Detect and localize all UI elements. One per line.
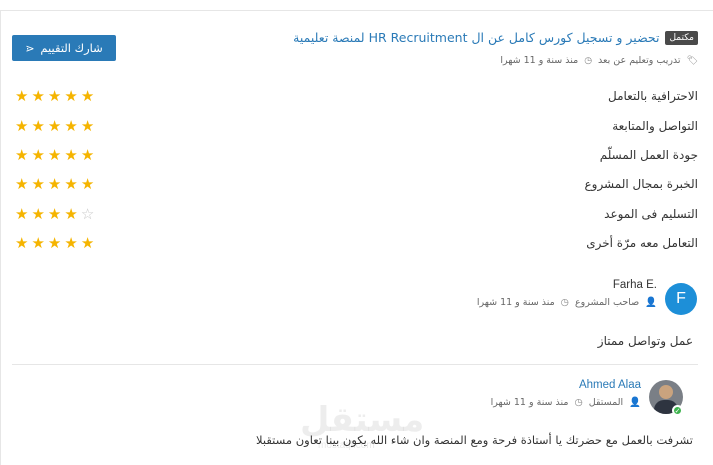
rating-row: ★ ★ ★ ★ ☆ التسليم فى الموعد: [15, 203, 698, 225]
rating-row: ★ ★ ★ ★ ★ جودة العمل المسلّم: [15, 144, 698, 166]
star-filled-icon: ★: [47, 174, 62, 193]
watermark-url: mostaql.com: [318, 440, 375, 451]
rating-label: الخبرة بمجال المشروع: [584, 177, 698, 191]
rating-label: الاحترافية بالتعامل: [607, 89, 698, 103]
star-filled-icon: ★: [15, 233, 29, 252]
share-button-label: شارك التقييم: [40, 41, 103, 55]
star-filled-icon: ★: [47, 204, 62, 223]
project-meta: 🏷 تدريب وتعليم عن بعد ◷ منذ سنة و 11 شهر…: [500, 55, 698, 66]
star-rating: ★ ★ ★ ★ ★: [15, 174, 95, 193]
rating-row: ★ ★ ★ ★ ★ الاحترافية بالتعامل: [15, 85, 698, 107]
rating-label: التعامل معه مرّة أخرى: [586, 236, 698, 250]
star-filled-icon: ★: [31, 145, 45, 164]
freelancer-time: منذ سنة و 11 شهرا: [490, 397, 569, 408]
star-filled-icon: ★: [15, 86, 29, 105]
rating-row: ★ ★ ★ ★ ★ التعامل معه مرّة أخرى: [15, 232, 698, 254]
project-category[interactable]: تدريب وتعليم عن بعد: [598, 55, 681, 66]
rating-row: ★ ★ ★ ★ ★ الخبرة بمجال المشروع: [15, 173, 698, 195]
clock-icon: ◷: [560, 297, 569, 308]
project-title-link[interactable]: تحضير و تسجيل كورس كامل عن ال HR Recruit…: [293, 30, 659, 45]
star-rating: ★ ★ ★ ★ ☆: [15, 204, 95, 223]
project-time: منذ سنة و 11 شهرا: [500, 55, 579, 66]
star-rating: ★ ★ ★ ★ ★: [15, 233, 95, 252]
reviewer-time: منذ سنة و 11 شهرا: [476, 297, 555, 308]
tag-icon: 🏷: [686, 55, 698, 66]
freelancer-role: المستقل: [588, 397, 624, 408]
reviewer-meta: 👤 صاحب المشروع ◷ منذ سنة و 11 شهرا: [477, 297, 657, 308]
star-filled-icon: ★: [64, 86, 78, 105]
star-filled-icon: ★: [80, 233, 95, 252]
rating-row: ★ ★ ★ ★ ★ التواصل والمتابعة: [15, 115, 698, 137]
star-rating: ★ ★ ★ ★ ★: [15, 145, 95, 164]
star-rating: ★ ★ ★ ★ ★: [15, 116, 95, 135]
avatar-letter: F: [676, 290, 686, 307]
star-filled-icon: ★: [64, 116, 78, 135]
star-filled-icon: ★: [64, 204, 78, 223]
freelancer-name-link[interactable]: Ahmed Alaa: [579, 379, 641, 391]
review-divider: [12, 364, 698, 365]
share-rating-button[interactable]: شارك التقييم ⋖: [12, 35, 116, 61]
star-filled-icon: ★: [64, 174, 78, 193]
reviewer-avatar[interactable]: F: [665, 283, 697, 315]
star-filled-icon: ★: [31, 174, 45, 193]
online-check-icon: ✓: [672, 405, 683, 416]
top-divider: [0, 10, 713, 11]
star-filled-icon: ★: [31, 86, 45, 105]
left-border: [0, 10, 1, 465]
status-badge: مكتمل: [665, 30, 698, 45]
star-filled-icon: ★: [15, 116, 29, 135]
avatar-head: [659, 385, 673, 399]
star-filled-icon: ★: [80, 174, 95, 193]
reviewer-role: صاحب المشروع: [574, 297, 640, 308]
star-filled-icon: ★: [31, 204, 45, 223]
star-filled-icon: ★: [31, 116, 45, 135]
clock-icon: ◷: [574, 397, 583, 408]
review-text: عمل وتواصل ممتاز: [597, 334, 693, 348]
project-title-row: مكتمل تحضير و تسجيل كورس كامل عن ال HR R…: [293, 30, 698, 45]
star-filled-icon: ★: [15, 204, 29, 223]
star-filled-icon: ★: [80, 86, 95, 105]
star-filled-icon: ★: [31, 233, 45, 252]
star-filled-icon: ★: [47, 116, 62, 135]
star-filled-icon: ★: [47, 145, 62, 164]
star-filled-icon: ★: [80, 145, 95, 164]
star-filled-icon: ★: [80, 116, 95, 135]
rating-label: جودة العمل المسلّم: [599, 148, 698, 162]
star-filled-icon: ★: [64, 145, 78, 164]
watermark-logo: مستقل: [300, 400, 425, 440]
star-filled-icon: ★: [64, 233, 78, 252]
rating-label: التسليم فى الموعد: [604, 207, 698, 221]
user-icon: 👤: [645, 297, 657, 308]
user-icon: 👤: [629, 397, 641, 408]
star-rating: ★ ★ ★ ★ ★: [15, 86, 95, 105]
share-icon: ⋖: [25, 41, 35, 55]
star-filled-icon: ★: [47, 86, 62, 105]
reviewer-name: Farha E.: [612, 279, 657, 291]
star-filled-icon: ★: [15, 145, 29, 164]
clock-icon: ◷: [584, 55, 593, 66]
star-filled-icon: ★: [15, 174, 29, 193]
star-filled-icon: ★: [47, 233, 62, 252]
freelancer-meta: 👤 المستقل ◷ منذ سنة و 11 شهرا: [491, 397, 641, 408]
star-empty-icon: ☆: [80, 204, 95, 223]
rating-label: التواصل والمتابعة: [612, 119, 698, 133]
